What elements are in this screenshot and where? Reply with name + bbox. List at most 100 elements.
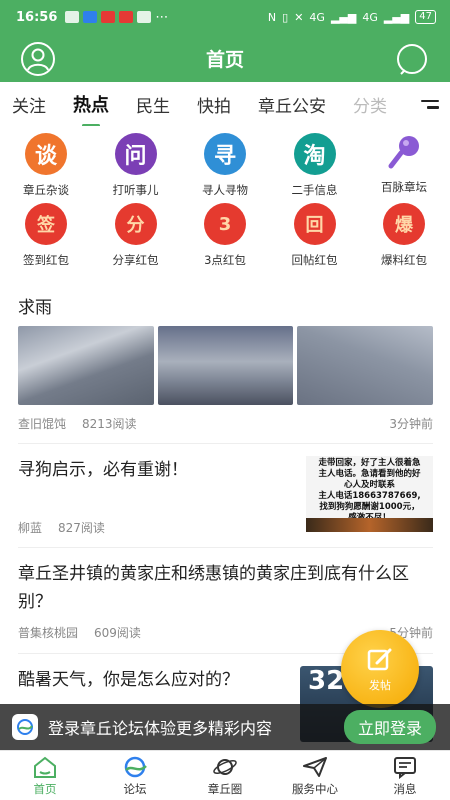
post-author: 普集核桃园 [18,626,79,640]
nav-circle[interactable]: 章丘圈 [180,751,270,800]
thumb-text: 主人电话18663787669, [318,491,421,501]
post-author: 查旧馄饨 [18,417,67,431]
search-button[interactable] [394,41,430,77]
menu-icon [421,99,439,102]
post-reads: 827阅读 [58,521,105,535]
nav-label: 消息 [393,781,417,796]
grid-item-label: 签到红包 [23,253,69,267]
red-packet-icon: 分 [114,203,157,245]
post-image[interactable] [18,326,154,405]
tab-menu-button[interactable] [410,82,450,126]
home-icon [34,756,56,778]
grid-item-label: 回帖红包 [291,253,338,267]
user-icon [21,42,55,76]
status-time: 16:56 [16,9,58,25]
login-button[interactable]: 立即登录 [343,710,436,744]
grid-item-label: 打听事儿 [112,183,159,197]
bottom-nav: 首页 论坛 章丘圈 服务中心 消息 [0,750,450,800]
category-tabs: 关注 热点 民生 快拍 章丘公安 分类 [0,82,450,126]
new-post-label: 发帖 [369,679,391,692]
app-header: 首页 [0,34,450,82]
thumb-text: 主人电话。急请看到他的好 [318,469,421,479]
second-hand-category-icon: 淘 [293,133,336,175]
grid-item-share-packet[interactable]: 分 分享红包 [94,200,178,270]
vibrate-icon: ▯ [282,10,289,24]
thumb-text: 心人及时联系 [343,480,395,490]
nav-label: 章丘圈 [207,781,243,796]
edit-icon [367,648,392,671]
forum-logo-icon [12,714,38,740]
thumb-text: 找到狗狗愿酬谢1000元， [319,502,420,512]
login-prompt-message: 登录章丘论坛体验更多精彩内容 [48,719,273,738]
chat-category-icon: 谈 [25,133,67,175]
post-thumbnail[interactable]: 走带回家，好了主人很着急 主人电话。急请看到他的好 心人及时联系 主人电话186… [306,456,433,532]
post-image[interactable] [157,326,294,405]
forum-icon [124,756,147,777]
search-category-icon: 寻 [204,133,246,175]
post-time: 3分钟前 [389,417,433,431]
red-packet-icon: 签 [25,203,67,245]
grid-item-label: 百脉章坛 [381,180,427,194]
grid-item-baimai[interactable]: 百脉章坛 [362,130,446,200]
post-title: 寻狗启示，必有重谢！ [18,460,188,480]
network-label-1: 4G [309,10,325,24]
tab-livelihood[interactable]: 民生 [136,92,170,117]
nav-service[interactable]: 服务中心 [270,751,360,800]
battery-icon: 47 [415,10,436,24]
post-author: 柳蓝 [18,521,43,535]
post-reads: 8213阅读 [82,417,137,431]
nav-forum[interactable]: 论坛 [90,751,180,800]
mute-icon: ✕ [294,10,304,24]
planet-icon [213,758,237,775]
post-meta: 查旧馄饨 8213阅读 3分钟前 [18,415,433,432]
tab-police[interactable]: 章丘公安 [258,92,326,117]
grid-item-tipoff-packet[interactable]: 爆 爆料红包 [362,200,446,270]
app-notification-icon-2 [119,11,134,23]
section-title[interactable]: 求雨 [18,293,52,318]
message-icon [65,11,80,23]
grid-item-signin-packet[interactable]: 签 签到红包 [4,200,88,270]
grid-item-label: 二手信息 [291,183,338,197]
nav-home[interactable]: 首页 [0,751,90,800]
red-packet-row: 签 签到红包 分 分享红包 3 3点红包 回 回帖红包 爆 爆料红包 [0,200,450,270]
app-notification-icon [83,11,98,23]
nav-label: 服务中心 [292,781,338,796]
tab-category[interactable]: 分类 [353,92,387,117]
grid-item-reply-packet[interactable]: 回 回帖红包 [273,200,357,270]
grid-item-label: 寻人寻物 [202,183,248,197]
grid-item-chat[interactable]: 谈 章丘杂谈 [4,130,88,200]
grid-item-lost-found[interactable]: 寻 寻人寻物 [183,130,267,200]
status-bar: 16:56 ⋯ N ▯ ✕ 4G ▂▄▆ 4G ▂▄▆ 47 [0,0,450,34]
grid-item-label: 爆料红包 [381,253,427,267]
red-packet-icon: 回 [293,203,336,245]
tab-follow[interactable]: 关注 [12,92,46,117]
nav-label: 首页 [33,781,57,796]
grid-item-second-hand[interactable]: 淘 二手信息 [273,130,357,200]
menu-icon-line [427,106,439,109]
red-packet-icon: 爆 [383,203,425,245]
tab-hot[interactable]: 热点 [73,91,109,126]
message-icon [394,756,416,779]
chat-icon [137,11,152,23]
signal-icon-2: ▂▄▆ [383,10,410,24]
post-item[interactable]: 寻狗启示，必有重谢！ 柳蓝 827阅读 走带回家，好了主人很着急 主人电话。急请… [18,444,433,548]
thumb-photo-strip [306,518,433,532]
system-status: N ▯ ✕ 4G ▂▄▆ 4G ▂▄▆ 47 [268,10,436,24]
new-post-button[interactable]: 发帖 [341,630,419,708]
profile-button[interactable] [20,41,56,77]
post-reads: 609阅读 [94,626,141,640]
pin-icon [388,136,419,169]
post-title: 酷暑天气，你是怎么应对的？ [18,670,239,690]
nav-label: 论坛 [123,781,147,796]
post-item[interactable]: 查旧馄饨 8213阅读 3分钟前 [18,326,434,444]
tab-snapshot[interactable]: 快拍 [197,92,231,117]
post-meta: 柳蓝 827阅读 [18,519,105,536]
nav-messages[interactable]: 消息 [360,751,450,800]
gift-icon [101,11,116,23]
nfc-icon: N [267,10,277,24]
grid-item-3pm-packet[interactable]: 3 3点红包 [183,200,267,270]
login-prompt-bar: 登录章丘论坛体验更多精彩内容 立即登录 [0,704,450,750]
grid-item-ask[interactable]: 问 打听事儿 [94,130,178,200]
search-icon [397,44,427,75]
post-image[interactable] [297,326,434,405]
